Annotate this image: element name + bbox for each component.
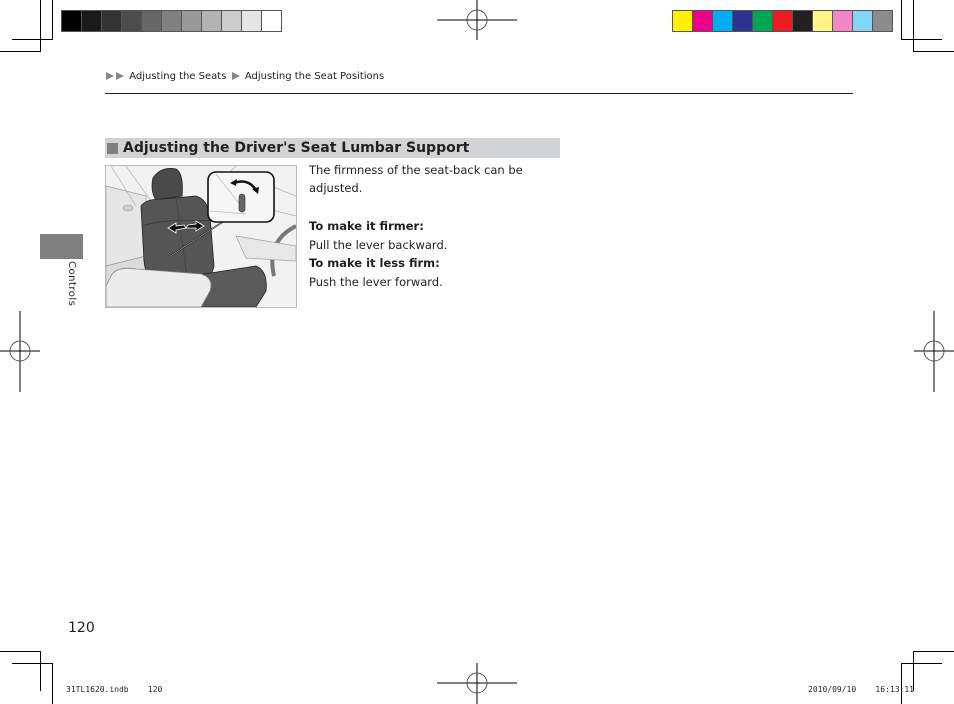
color-swatch	[262, 11, 281, 31]
firmer-heading: To make it firmer:	[309, 218, 424, 233]
header-rule	[105, 93, 853, 94]
crop-mark	[913, 0, 914, 51]
color-swatch	[793, 11, 812, 31]
square-bullet-icon	[107, 142, 118, 154]
grayscale-color-bar	[61, 10, 282, 32]
less-firm-text: Push the lever forward.	[309, 275, 443, 289]
triangle-icon	[116, 72, 124, 80]
color-swatch	[813, 11, 832, 31]
crop-mark	[913, 651, 954, 652]
lever-callout	[207, 171, 275, 223]
footer-timestamp: 2010/09/10 16:13:11	[808, 685, 914, 694]
page-number: 120	[68, 620, 95, 636]
less-firm-heading: To make it less firm:	[309, 255, 440, 270]
process-color-bar	[672, 10, 893, 32]
color-swatch	[222, 11, 241, 31]
registration-mark	[0, 311, 40, 392]
seat-illustration	[105, 165, 297, 308]
color-swatch	[242, 11, 261, 31]
section-title: Adjusting the Driver's Seat Lumbar Suppo…	[123, 140, 470, 156]
color-swatch	[82, 11, 101, 31]
color-swatch	[713, 11, 732, 31]
color-swatch	[733, 11, 752, 31]
crop-mark	[0, 51, 41, 52]
registration-mark	[914, 311, 954, 392]
color-swatch	[102, 11, 121, 31]
instructions: The firmness of the seat-back can be adj…	[309, 162, 549, 292]
crop-mark	[40, 651, 41, 691]
registration-mark	[437, 663, 517, 704]
side-tab-label: Controls	[66, 261, 77, 307]
color-swatch	[62, 11, 81, 31]
color-swatch	[853, 11, 872, 31]
footer-file-info: 31TL1620.indb 120	[66, 685, 163, 694]
crop-mark	[901, 0, 902, 40]
crop-mark	[901, 663, 902, 704]
triangle-icon	[106, 72, 114, 80]
color-swatch	[202, 11, 221, 31]
color-swatch	[142, 11, 161, 31]
section-heading: Adjusting the Driver's Seat Lumbar Suppo…	[105, 138, 560, 158]
color-swatch	[122, 11, 141, 31]
crop-mark	[52, 0, 53, 40]
crop-mark	[913, 51, 954, 52]
crop-mark	[52, 663, 53, 704]
registration-mark	[437, 0, 517, 40]
color-swatch	[833, 11, 852, 31]
color-swatch	[873, 11, 892, 31]
crop-mark	[40, 0, 41, 51]
breadcrumb-item[interactable]: Adjusting the Seats	[129, 71, 226, 82]
crop-mark	[12, 663, 53, 664]
color-swatch	[162, 11, 181, 31]
color-swatch	[753, 11, 772, 31]
breadcrumb: Adjusting the Seats Adjusting the Seat P…	[106, 71, 384, 82]
breadcrumb-item[interactable]: Adjusting the Seat Positions	[245, 71, 384, 82]
firmer-text: Pull the lever backward.	[309, 238, 448, 252]
crop-mark	[901, 39, 942, 40]
seat-drawing	[106, 166, 296, 307]
crop-mark	[901, 663, 942, 664]
color-swatch	[693, 11, 712, 31]
side-tab-marker	[40, 234, 83, 259]
color-swatch	[773, 11, 792, 31]
triangle-icon	[231, 72, 240, 80]
color-swatch	[182, 11, 201, 31]
crop-mark	[0, 651, 41, 652]
color-swatch	[673, 11, 692, 31]
crop-mark	[12, 39, 53, 40]
intro-text: The firmness of the seat-back can be adj…	[309, 163, 523, 195]
